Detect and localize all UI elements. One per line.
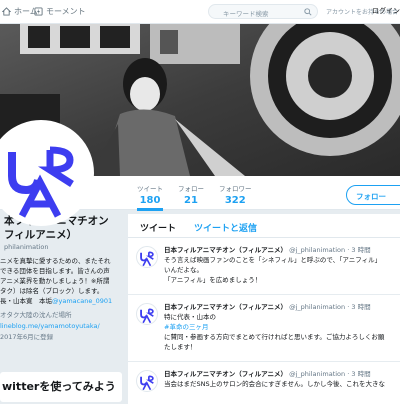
timeline-tabs: ツイート ツイートと返信 xyxy=(128,214,400,238)
tweet-author-name[interactable]: 日本フィルアニマチオン（フィルアニメ） xyxy=(164,303,287,311)
tweet-line: いんだよな。 xyxy=(164,266,203,274)
tweet-line: そう言えば映画ファンのことを「シネフィル」と呼ぶので、「アニフィル」 xyxy=(164,256,382,264)
search-icon[interactable] xyxy=(304,8,312,16)
search-placeholder: キーワード検索 xyxy=(223,10,269,18)
profile-url[interactable]: lineblog.me/yamamotoyutaka/ xyxy=(0,321,125,332)
home-icon xyxy=(2,7,11,16)
login-link[interactable]: ログイン xyxy=(372,6,400,16)
tweet-time[interactable]: · 3 時間 xyxy=(347,246,370,254)
stat-tweets-value: 180 xyxy=(139,195,161,206)
stat-followers[interactable]: フォロワー 322 xyxy=(219,183,252,206)
tweet-text: 特に代表・山本の #革命の三ヶ月 に賛同・参画する方向でまとめて行ければと思いま… xyxy=(164,312,400,352)
tweet-line: 「アニフィル」を広めましょう！ xyxy=(164,276,262,284)
tweet-text: そう言えば映画ファンのことを「シネフィル」と呼ぶので、「アニフィル」 いんだよな… xyxy=(164,255,400,285)
tweet-header: 日本フィルアニマチオン（フィルアニメ） @j_philanimation · 3… xyxy=(164,368,371,378)
top-nav-bar: ホーム モーメント キーワード検索 アカウントをお持ちの場合 ログイン xyxy=(0,0,400,24)
tweet-header: 日本フィルアニマチオン（フィルアニメ） @j_philanimation · 3… xyxy=(164,301,371,311)
profile-bio: ニメを真摯に愛するための、またそれ できる団体を目指します。皆さんの声 アニメ業… xyxy=(0,256,125,306)
stat-followers-value: 322 xyxy=(224,195,246,206)
bio-line: できる団体を目指します。皆さんの声 xyxy=(0,267,110,275)
philanimation-logo-icon xyxy=(140,375,154,391)
profile-name-line2: フィルアニメ） xyxy=(4,229,78,241)
tweet-author-handle[interactable]: @j_philanimation xyxy=(289,370,345,378)
profile-location: オタク大陸の沈んだ場所 xyxy=(0,311,72,319)
tweet-avatar[interactable] xyxy=(136,370,158,392)
profile-sidebar: 本フィルアニマチオン フィルアニメ） philanimation ニメを真摯に愛… xyxy=(0,214,125,343)
stat-followers-label: フォロワー xyxy=(219,185,252,193)
lightning-icon xyxy=(34,7,43,16)
bio-text: 長・山本寛 本垢 xyxy=(0,297,52,305)
nav-home[interactable]: ホーム xyxy=(2,6,38,17)
tweet-line: に賛同・参画する方向でまとめて行ければと思います。ご協力よろしくお願 xyxy=(164,333,385,341)
bio-line: タク）は除名（ブロック）します。 xyxy=(0,287,104,295)
tweet-time[interactable]: · 3 時間 xyxy=(347,370,370,378)
tweet-author-name[interactable]: 日本フィルアニマチオン（フィルアニメ） xyxy=(164,246,287,254)
bio-line: 長・山本寛 本垢@yamacane_0901 xyxy=(0,296,125,306)
stat-following-value: 21 xyxy=(184,195,198,206)
tweet-line: 特に代表・山本の xyxy=(164,313,216,321)
tweet-line: 当会はまだSNS上のサロン的会合にすぎません。しかし今後、これを大きな xyxy=(164,380,385,388)
philanimation-logo-icon xyxy=(140,251,154,267)
tweet-line: たします！ xyxy=(164,343,197,351)
tweet[interactable]: 日本フィルアニマチオン（フィルアニメ） @j_philanimation · 3… xyxy=(128,362,400,404)
nav-moments[interactable]: モーメント xyxy=(34,6,86,17)
search-input[interactable]: キーワード検索 xyxy=(208,4,318,19)
stat-tweets[interactable]: ツイート 180 xyxy=(137,183,163,211)
tweet-author-handle[interactable]: @j_philanimation xyxy=(289,303,345,311)
philanimation-logo-icon xyxy=(140,308,154,324)
bio-mention-link[interactable]: @yamacane_0901 xyxy=(52,297,112,305)
tweet-hashtag-link[interactable]: #革命の三ヶ月 xyxy=(164,322,400,332)
tweet-avatar[interactable] xyxy=(136,303,158,325)
tweet[interactable]: 日本フィルアニマチオン（フィルアニメ） @j_philanimation · 3… xyxy=(128,295,400,362)
bio-line: アニメ業界を動かしましょう！※所謂 xyxy=(0,277,110,285)
tweet-avatar[interactable] xyxy=(136,246,158,268)
timeline: ツイート ツイートと返信 日本フィルアニマチオン（フィルアニメ） @j_phil… xyxy=(128,214,400,404)
tweet-author-name[interactable]: 日本フィルアニマチオン（フィルアニメ） xyxy=(164,370,287,378)
tweet-author-handle[interactable]: @j_philanimation xyxy=(289,246,345,254)
philanimation-logo-icon xyxy=(0,124,90,222)
profile-meta: オタク大陸の沈んだ場所 lineblog.me/yamamotoyutaka/ … xyxy=(0,310,125,343)
bio-line: ニメを真摯に愛するための、またそれ xyxy=(0,257,111,265)
profile-handle[interactable]: philanimation xyxy=(0,243,125,251)
stat-following-label: フォロー xyxy=(178,185,204,193)
tweet[interactable]: 日本フィルアニマチオン（フィルアニメ） @j_philanimation · 3… xyxy=(128,238,400,295)
nav-moments-label: モーメント xyxy=(46,7,86,16)
signup-card-title: witterを使ってみよう xyxy=(0,372,122,402)
follow-button[interactable]: フォロー xyxy=(346,185,400,205)
profile-joined: 2017年6月に登録 xyxy=(0,333,54,341)
stat-following[interactable]: フォロー 21 xyxy=(178,183,204,206)
stat-tweets-label: ツイート xyxy=(137,185,163,193)
tab-tweets-and-replies[interactable]: ツイートと返信 xyxy=(194,221,257,234)
tweet-text: 当会はまだSNS上のサロン的会合にすぎません。しかし今後、これを大きな xyxy=(164,379,400,389)
tweet-time[interactable]: · 3 時間 xyxy=(347,303,370,311)
tab-tweets[interactable]: ツイート xyxy=(140,221,176,234)
tweet-header: 日本フィルアニマチオン（フィルアニメ） @j_philanimation · 3… xyxy=(164,244,371,254)
